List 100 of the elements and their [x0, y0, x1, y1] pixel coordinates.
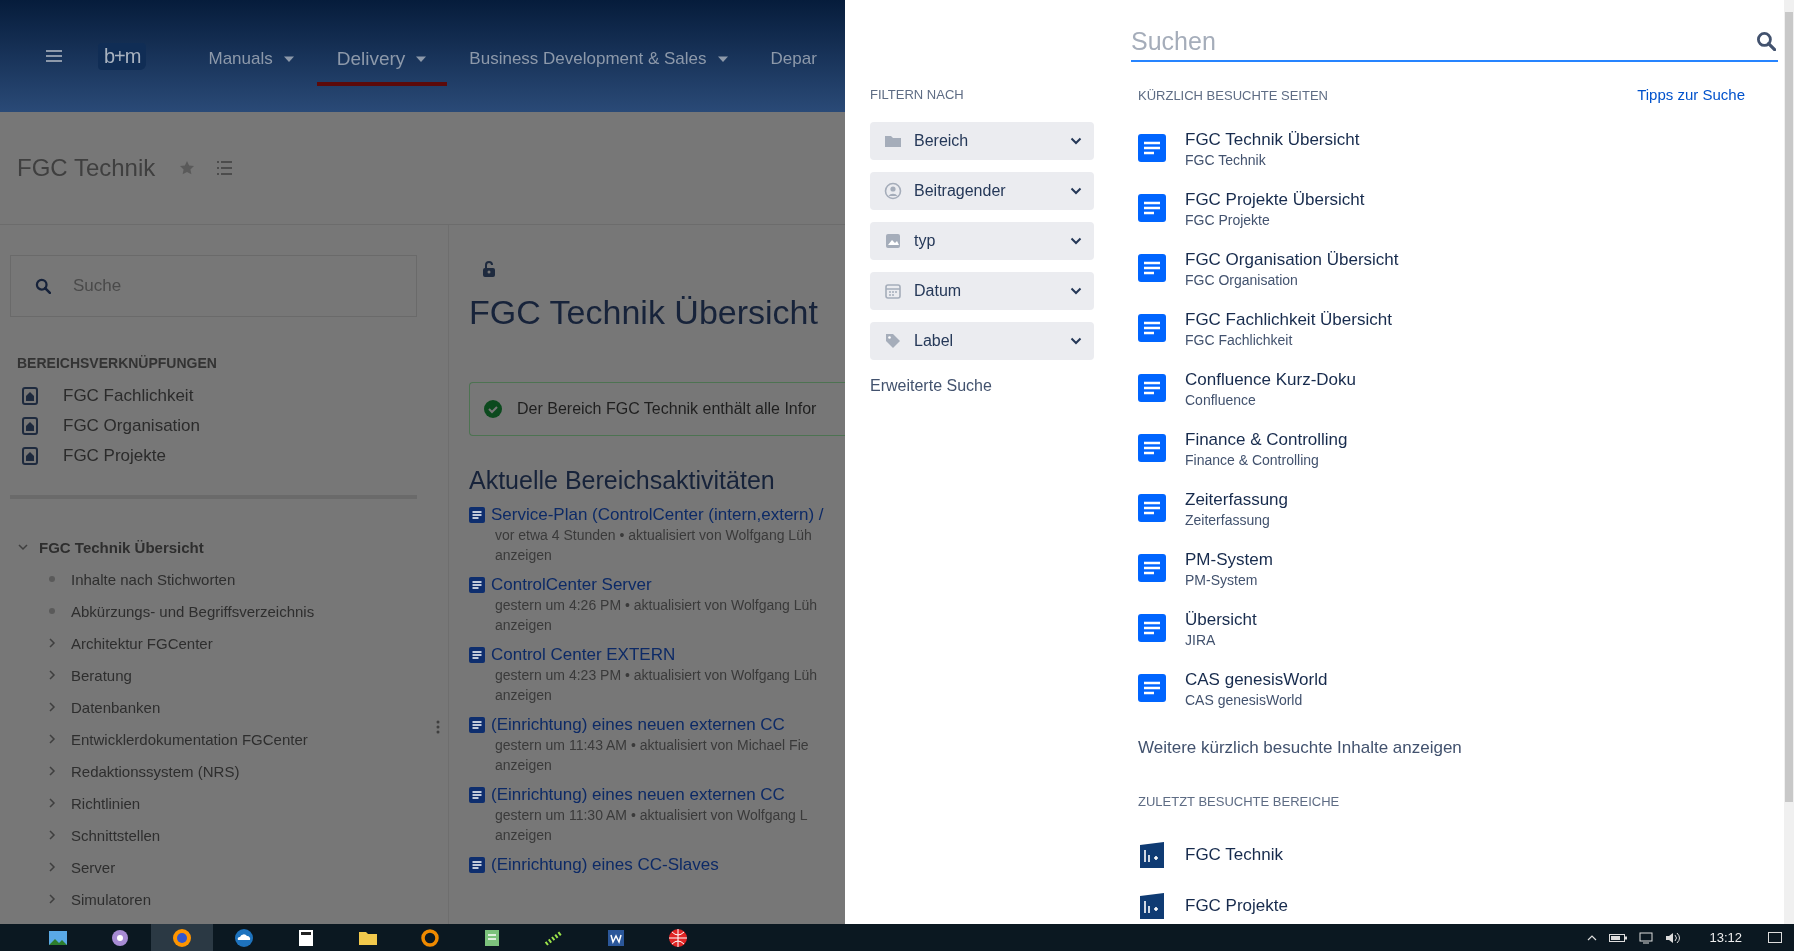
chevron-down-icon	[1070, 137, 1082, 145]
page-link[interactable]: Control Center EXTERN	[491, 645, 676, 665]
image-icon	[884, 232, 902, 250]
bullet-icon	[49, 576, 55, 582]
space-link[interactable]: FGC Organisation	[10, 411, 436, 441]
show-link[interactable]: anzeigen	[495, 615, 845, 635]
home-icon	[22, 417, 38, 435]
nav-item[interactable]: Delivery	[316, 36, 448, 86]
battery-icon	[1609, 932, 1628, 943]
unlocked-icon	[482, 261, 496, 277]
tree-item[interactable]: Inhalte nach Stichworten	[71, 570, 236, 588]
menu-icon	[46, 50, 62, 62]
check-icon	[484, 400, 502, 418]
advanced-search-link[interactable]: Erweiterte Suche	[870, 377, 1095, 395]
page-link[interactable]: Finance & Controlling	[1185, 430, 1348, 450]
nav-item[interactable]: Manuals	[188, 36, 315, 86]
ring-icon	[419, 926, 441, 949]
page-link[interactable]: Service-Plan (ControlCenter (intern,extern) /	[491, 505, 824, 525]
tree-item[interactable]: Redaktionssystem (NRS)	[71, 762, 240, 780]
search-icon	[1756, 31, 1776, 51]
chevron-down-icon	[1070, 287, 1082, 295]
document-icon	[469, 507, 485, 523]
show-link[interactable]: anzeigen	[495, 755, 845, 775]
cloud-icon	[233, 926, 255, 949]
space-link[interactable]: FGC Projekte	[10, 441, 436, 471]
tree-item[interactable]: Abkürzungs- und Begriffsverzeichnis	[71, 602, 315, 620]
document-icon	[1138, 554, 1166, 582]
speaker-icon	[1665, 931, 1682, 944]
page-link[interactable]: FGC Organisation Übersicht	[1185, 250, 1399, 270]
chevron-down-icon	[1070, 237, 1082, 245]
document-icon	[469, 857, 485, 873]
tips-link[interactable]: Tipps zur Suche	[1637, 86, 1745, 103]
activity-meta: gestern um 11:43 AM • aktualisiert von Michael Fie	[495, 736, 810, 755]
space-name: FGC Technik	[1185, 152, 1267, 168]
document-icon	[469, 577, 485, 593]
page-link[interactable]: Confluence Kurz-Doku	[1185, 370, 1357, 390]
activity-meta: gestern um 4:26 PM • aktualisiert von Wolfgang Lüh	[495, 596, 819, 615]
list-icon	[217, 161, 233, 175]
page-link[interactable]: FGC Projekte Übersicht	[1185, 190, 1365, 210]
section-heading: Aktuelle Bereichsaktivitäten	[469, 466, 776, 495]
document-icon	[1138, 194, 1166, 222]
page-link[interactable]: (Einrichtung) eines CC-Slaves	[491, 855, 719, 875]
page-link[interactable]: PM-System	[1185, 550, 1273, 570]
tree-item[interactable]: Schnittstellen	[71, 826, 161, 844]
page-link[interactable]: Übersicht	[1185, 610, 1257, 630]
space-link[interactable]: FGC Projekte	[1185, 895, 1288, 916]
page-link[interactable]: ControlCenter Server	[491, 575, 652, 595]
chevron-down-icon	[1070, 337, 1082, 345]
tree-item[interactable]: Server	[71, 858, 116, 876]
activity-meta: vor etwa 4 Stunden • aktualisiert von Wolfgang Lüh	[495, 526, 813, 545]
document-icon	[1138, 314, 1166, 342]
clock[interactable]: 13:12	[1709, 930, 1742, 945]
document-icon	[469, 647, 485, 663]
filter-dropdown[interactable]: Label	[870, 322, 1094, 360]
space-name: FGC Fachlichkeit	[1185, 332, 1294, 348]
space-link[interactable]: FGC Technik	[1185, 844, 1283, 865]
caret-icon	[282, 55, 295, 63]
document-icon	[1138, 614, 1166, 642]
page-link[interactable]: FGC Technik Übersicht	[1185, 130, 1360, 150]
space-link[interactable]: FGC Fachlichkeit	[10, 381, 436, 411]
tree-item[interactable]: Beratung	[71, 666, 132, 684]
notification-icon	[1768, 931, 1782, 944]
nav-item[interactable]: Business Development & Sales	[449, 36, 749, 86]
tree-item[interactable]: FGC Technik Übersicht	[39, 538, 204, 556]
show-link[interactable]: anzeigen	[495, 685, 845, 705]
page-link[interactable]: CAS genesisWorld	[1185, 670, 1328, 690]
section-heading: KÜRZLICH BESUCHTE SEITEN	[1138, 88, 1328, 103]
space-title: FGC Technik	[17, 154, 156, 182]
page-link[interactable]: (Einrichtung) eines neuen externen CC	[491, 785, 785, 805]
document-icon	[1138, 674, 1166, 702]
chevron-up-icon	[1587, 934, 1598, 941]
filter-dropdown[interactable]: Bereich	[870, 122, 1094, 160]
nav-item[interactable]: Depar	[750, 36, 837, 86]
show-link[interactable]: anzeigen	[495, 545, 845, 565]
document-icon	[469, 787, 485, 803]
tree-item[interactable]: Entwicklerdokumentation FGCenter	[71, 730, 308, 748]
document-icon	[1138, 254, 1166, 282]
caret-icon	[415, 55, 428, 63]
show-more-link[interactable]: Weitere kürzlich besuchte Inhalte anzeigen	[1138, 738, 1755, 758]
tree-item[interactable]: Architektur FGCenter	[71, 634, 213, 652]
tree-item[interactable]: Simulatoren	[71, 890, 152, 908]
space-name: Confluence	[1185, 392, 1257, 408]
search-field[interactable]: Suchen	[1131, 22, 1778, 62]
document-icon	[1138, 374, 1166, 402]
filter-dropdown[interactable]: Datum	[870, 272, 1094, 310]
space-name: FGC Organisation	[1185, 272, 1299, 288]
resize-handle-icon	[436, 720, 440, 734]
page-title: FGC Technik Übersicht	[469, 293, 819, 332]
show-link[interactable]: anzeigen	[495, 825, 845, 845]
page-link[interactable]: Zeiterfassung	[1185, 490, 1288, 510]
filter-dropdown[interactable]: typ	[870, 222, 1094, 260]
logo[interactable]: b+m	[98, 42, 147, 70]
tree-item[interactable]: Datenbanken	[71, 698, 161, 716]
page-link[interactable]: FGC Fachlichkeit Übersicht	[1185, 310, 1392, 330]
page-link[interactable]: (Einrichtung) eines neuen externen CC	[491, 715, 785, 735]
tree-item[interactable]: Richtlinien	[71, 794, 141, 812]
logo-icon	[1138, 840, 1166, 869]
bullet-icon	[49, 608, 55, 614]
filter-dropdown[interactable]: Beitragender	[870, 172, 1094, 210]
scrollbar[interactable]	[1785, 12, 1793, 802]
